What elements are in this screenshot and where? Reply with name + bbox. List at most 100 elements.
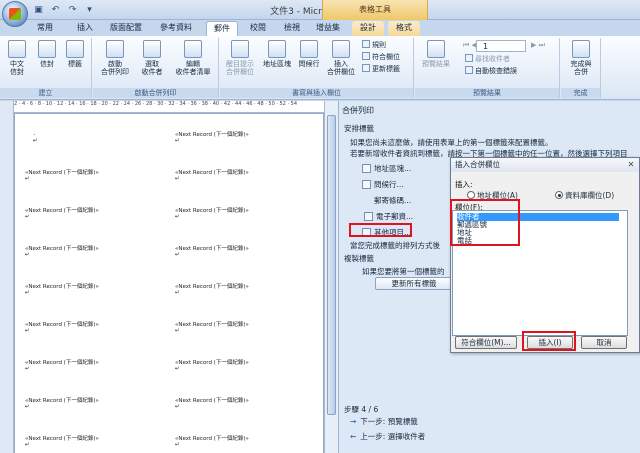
- record-nav-next: ▶ ⏭: [531, 40, 545, 50]
- ribbon: 中文 信封 信封 標籤 建立 啟動 合併列印 選取 收件者 編輯 收件者清單 啟動合併列…: [0, 36, 640, 100]
- table-tools-label: 表格工具: [322, 0, 428, 20]
- find-recipient-button[interactable]: 尋找收件者: [465, 54, 510, 64]
- tab-insert[interactable]: 插入: [70, 21, 100, 36]
- highlight-merge-fields-button[interactable]: 醒目提示 合併欄位: [222, 40, 258, 76]
- document-page[interactable]: ¸ ↵ «Next Record (下一個紀錄)» ↵ «Next Record…: [15, 114, 323, 453]
- preview-results-button[interactable]: 預覽結果: [419, 40, 453, 68]
- greeting-line-button[interactable]: 問候行: [296, 40, 322, 68]
- edit-recipient-list-button[interactable]: 編輯 收件者清單: [171, 40, 215, 76]
- scrollbar-thumb[interactable]: [327, 115, 336, 415]
- tab-references[interactable]: 參考資料: [154, 21, 198, 36]
- record-nav: ⏮ ◀: [463, 40, 477, 50]
- label-cell: ↵: [25, 442, 30, 448]
- tab-mailings[interactable]: 郵件: [206, 21, 238, 36]
- next-record-icon[interactable]: ▶: [531, 41, 536, 49]
- arrow-right-icon: →: [350, 417, 357, 426]
- next-record-field: «Next Record (下一個紀錄)»: [25, 360, 99, 366]
- select-recipients-button[interactable]: 選取 收件者: [137, 40, 167, 76]
- horizontal-ruler[interactable]: 2 · 4 · 6 · 8 · 10 · 12 · 14 · 16 · 18 ·…: [14, 101, 324, 113]
- tab-review[interactable]: 校閱: [244, 21, 272, 36]
- next-record-field: «Next Record (下一個紀錄)»: [175, 436, 249, 442]
- label-cell: ↵: [175, 176, 180, 182]
- office-button[interactable]: [2, 1, 28, 27]
- electronic-postage-link[interactable]: 電子郵資...: [364, 211, 413, 222]
- intro-text: 如果您尚未這麼做，請使用表單上的第一個標籤來配置標籤。: [350, 138, 553, 147]
- vertical-ruler[interactable]: [0, 113, 14, 453]
- insert-merge-field-button[interactable]: 插入 合併欄位: [324, 40, 358, 76]
- update-labels-button[interactable]: 更新標籤: [362, 64, 400, 74]
- ribbon-tabs: 常用 插入 版面配置 參考資料 郵件 校閱 檢視 增益集 設計 格式: [0, 20, 640, 36]
- previous-step-link[interactable]: ← 上一步: 選擇收件者: [350, 431, 425, 442]
- arrow-left-icon: ←: [350, 432, 357, 441]
- rules-button[interactable]: 規則: [362, 40, 386, 50]
- find-icon: [465, 54, 473, 62]
- vertical-scrollbar[interactable]: [324, 101, 338, 453]
- group-label-create: 建立: [0, 88, 91, 98]
- cancel-button[interactable]: 取消: [581, 336, 627, 349]
- match-fields-button[interactable]: 符合欄位: [362, 52, 400, 62]
- close-icon[interactable]: ✕: [626, 160, 636, 170]
- tab-design[interactable]: 設計: [352, 21, 384, 36]
- next-record-field: «Next Record (下一個紀錄)»: [25, 208, 99, 214]
- edit-list-icon: [184, 40, 202, 58]
- next-record-field: «Next Record (下一個紀錄)»: [25, 170, 99, 176]
- label-cell: ↵: [175, 404, 180, 410]
- chinese-envelope-button[interactable]: 中文 信封: [4, 40, 30, 76]
- finish-text: 當您完成標籤的排列方式後: [350, 241, 440, 250]
- postal-barcode-link[interactable]: 郵寄條碼...: [374, 195, 411, 206]
- last-record-icon[interactable]: ⏭: [539, 41, 545, 49]
- finish-merge-button[interactable]: 完成與 合併: [565, 40, 597, 76]
- next-record-field: «Next Record (下一個紀錄)»: [25, 398, 99, 404]
- address-block-button[interactable]: 地址區塊: [260, 40, 294, 68]
- record-number-input[interactable]: 1: [476, 40, 526, 52]
- labels-button[interactable]: 標籤: [62, 40, 88, 68]
- address-block-link[interactable]: 地址區塊...: [362, 163, 411, 174]
- label-cell: ↵: [33, 138, 38, 144]
- section-heading-arrange: 安排標籤: [344, 124, 374, 133]
- match-fields-button[interactable]: 符合欄位(M)...: [455, 336, 517, 349]
- group-finish: 完成與 合併 完成: [561, 38, 601, 98]
- label-cell: ↵: [25, 252, 30, 258]
- next-record-field: «Next Record (下一個紀錄)»: [25, 322, 99, 328]
- database-fields-radio[interactable]: 資料庫欄位(D): [555, 190, 614, 201]
- next-record-field: «Next Record (下一個紀錄)»: [175, 246, 249, 252]
- highlight-fields-list: [450, 199, 520, 246]
- greeting-icon: [362, 180, 371, 189]
- first-record-icon[interactable]: ⏮: [463, 41, 469, 49]
- tab-selector[interactable]: [0, 101, 14, 113]
- label-cell: ↵: [25, 366, 30, 372]
- tab-addins[interactable]: 增益集: [310, 21, 346, 36]
- label-cell: ↵: [25, 214, 30, 220]
- start-mail-merge-button[interactable]: 啟動 合併列印: [97, 40, 133, 76]
- envelope-icon: [38, 40, 56, 58]
- label-cell: ↵: [175, 290, 180, 296]
- task-pane-title: 合併列印: [342, 106, 374, 115]
- group-label-start: 啟動合併列印: [93, 88, 218, 98]
- greeting-line-link[interactable]: 問候行...: [362, 179, 404, 190]
- window-title: 文件3 - Microsoft Word: [270, 7, 370, 17]
- envelopes-button[interactable]: 信封: [34, 40, 60, 68]
- title-bar: ▣ ↶ ↷ ▾ 文件3 - Microsoft Word 表格工具: [0, 0, 640, 20]
- radio-icon: [467, 191, 475, 199]
- next-step-link[interactable]: → 下一步: 預覽標籤: [350, 416, 418, 427]
- tab-home[interactable]: 常用: [30, 21, 60, 36]
- insert-label: 插入:: [455, 180, 473, 189]
- next-record-field: «Next Record (下一個紀錄)»: [175, 284, 249, 290]
- update-all-labels-button[interactable]: 更新所有標籤: [375, 277, 453, 290]
- radio-selected-icon: [555, 191, 563, 199]
- next-record-field: «Next Record (下一個紀錄)»: [175, 398, 249, 404]
- next-record-field: «Next Record (下一個紀錄)»: [175, 132, 249, 138]
- tab-view[interactable]: 檢視: [278, 21, 306, 36]
- insert-field-icon: [332, 40, 350, 58]
- section-heading-copy: 複製標籤: [344, 254, 374, 263]
- auto-check-errors-button[interactable]: 自動檢查錯誤: [465, 66, 517, 76]
- label-cell: ↵: [175, 328, 180, 334]
- update-labels-icon: [362, 64, 370, 72]
- tab-page-layout[interactable]: 版面配置: [104, 21, 148, 36]
- label-cell: ↵: [175, 252, 180, 258]
- group-label-preview: 預覽結果: [415, 88, 559, 98]
- next-record-field: «Next Record (下一個紀錄)»: [175, 208, 249, 214]
- label-cell: ↵: [175, 442, 180, 448]
- next-record-field: «Next Record (下一個紀錄)»: [25, 436, 99, 442]
- tab-format[interactable]: 格式: [388, 21, 420, 36]
